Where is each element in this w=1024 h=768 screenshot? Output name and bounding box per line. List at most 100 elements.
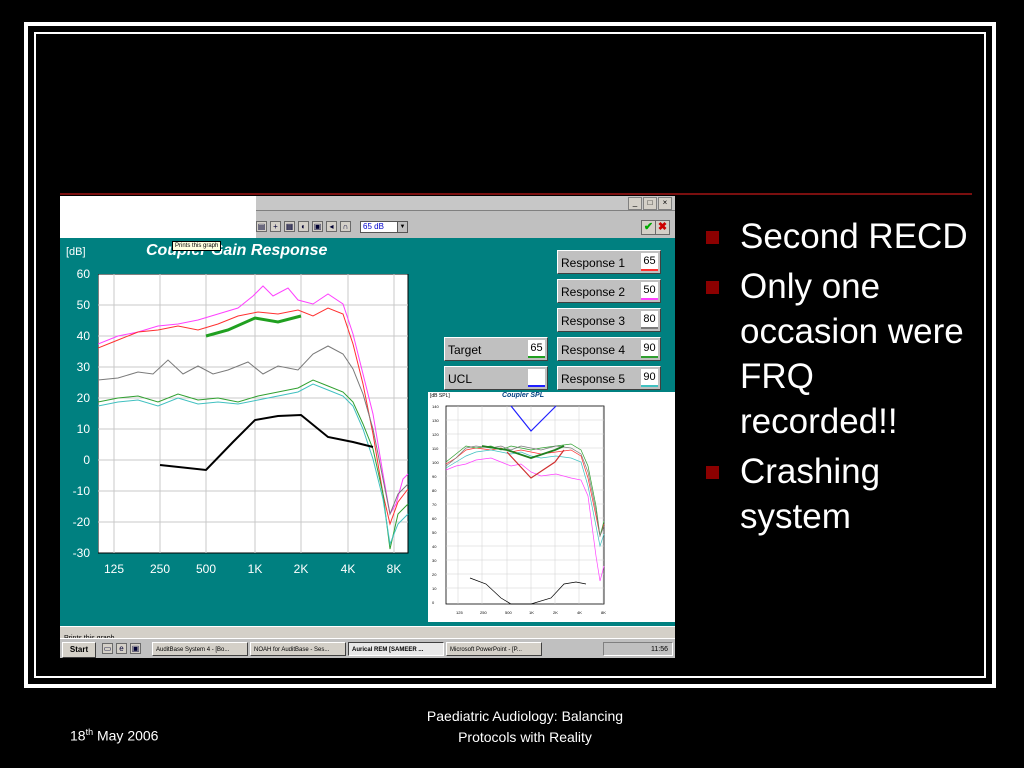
spl-x-tick: 500 xyxy=(505,610,512,615)
spl-y-ticks: 140 130 120 110 100 90 80 70 60 50 40 30… xyxy=(432,404,439,605)
tooltip: Prints this graph xyxy=(172,241,222,251)
add-icon[interactable]: + xyxy=(270,221,281,232)
spl-y-tick: 100 xyxy=(432,460,439,465)
spl-y-tick: 0 xyxy=(432,600,435,605)
bullet-list: Second RECD Only one occasion were FRQ r… xyxy=(706,214,976,544)
ucl-value[interactable] xyxy=(528,369,545,387)
ucl-button[interactable]: UCL xyxy=(444,366,548,390)
title-rule xyxy=(60,193,972,195)
spl-y-tick: 40 xyxy=(432,544,437,549)
footer-date-day: 18 xyxy=(70,727,86,744)
close-icon[interactable]: × xyxy=(658,197,672,210)
y-tick: 40 xyxy=(76,329,90,343)
clock: 11:56 xyxy=(603,642,673,656)
start-button[interactable]: Start xyxy=(62,642,96,658)
spl-y-tick: 20 xyxy=(432,572,437,577)
response-5-button[interactable]: Response 5 90 xyxy=(557,366,661,390)
check-icon[interactable]: ✔ xyxy=(641,220,656,235)
embedded-screenshot: _ □ × ▤ + ▦ ◐ ▣ ◂ ∩ 65 dB ▼ ✔ ✖ [dB] Coup… xyxy=(60,196,675,658)
y-tick: 30 xyxy=(76,360,90,374)
target-value[interactable]: 65 xyxy=(528,340,545,358)
spl-x-tick: 4K xyxy=(577,610,582,615)
graph-icon[interactable]: ▦ xyxy=(284,221,295,232)
main-chart-unit: [dB] xyxy=(66,246,86,258)
footer-date-suffix: th xyxy=(85,727,94,737)
desktop-icon[interactable]: ▭ xyxy=(102,643,113,654)
task-powerpoint[interactable]: Microsoft PowerPoint - [P... xyxy=(446,642,542,656)
spl-panel: [dB SPL] Coupler SPL 140 130 120 110 100… xyxy=(428,392,675,622)
chevron-down-icon: ▼ xyxy=(397,222,407,232)
measure-icon[interactable]: ▣ xyxy=(312,221,323,232)
spl-x-tick: 1K xyxy=(529,610,534,615)
coupler-gain-chart xyxy=(98,274,409,554)
cancel-icon[interactable]: ✖ xyxy=(655,220,670,235)
y-tick: 50 xyxy=(76,298,90,312)
footer-title-line1: Paediatric Audiology: Balancing xyxy=(426,708,624,724)
spl-y-tick: 90 xyxy=(432,474,437,479)
x-tick: 2K xyxy=(293,562,309,576)
spl-y-tick: 120 xyxy=(432,432,439,437)
task-auditbase[interactable]: AuditBase System 4 - [Bo... xyxy=(152,642,248,656)
spl-y-tick: 130 xyxy=(432,418,439,423)
response-3-value[interactable]: 80 xyxy=(641,311,658,329)
bullet-text: Only one occasion were FRQ recorded!! xyxy=(740,267,964,441)
response-1-value[interactable]: 65 xyxy=(641,253,658,271)
y-tick: -20 xyxy=(72,515,90,529)
response-2-button[interactable]: Response 2 50 xyxy=(557,279,661,303)
spl-y-tick: 110 xyxy=(432,446,439,451)
y-tick: 10 xyxy=(76,422,90,436)
target-button[interactable]: Target 65 xyxy=(444,337,548,361)
response-5-label: Response 5 xyxy=(561,372,626,386)
print-icon[interactable]: ▤ xyxy=(256,221,267,232)
x-tick: 250 xyxy=(149,562,171,576)
y-tick: 0 xyxy=(83,453,90,467)
spl-y-tick: 30 xyxy=(432,558,437,563)
y-tick: -10 xyxy=(72,484,90,498)
maximize-icon[interactable]: □ xyxy=(643,197,657,210)
task-noah[interactable]: NOAH for AuditBase - Ses... xyxy=(250,642,346,656)
bullet-text: Crashing system xyxy=(740,452,881,536)
y-tick: -30 xyxy=(72,546,90,560)
app-icon[interactable]: ▣ xyxy=(130,643,141,654)
response-4-label: Response 4 xyxy=(561,343,626,357)
task-aurical[interactable]: Aurical REM [SAMEER ... xyxy=(348,642,444,656)
footer-date: 18th May 2006 xyxy=(70,727,158,744)
spl-x-ticks: 125 250 500 1K 2K 4K 8K xyxy=(456,610,606,615)
bullet-item: Crashing system xyxy=(706,449,976,539)
toolbar: ▤ + ▦ ◐ ▣ ◂ ∩ 65 dB ▼ ✔ ✖ xyxy=(256,211,675,238)
response-1-label: Response 1 xyxy=(561,256,626,270)
response-2-value[interactable]: 50 xyxy=(641,282,658,300)
spl-y-tick: 10 xyxy=(432,586,437,591)
x-tick: 4K xyxy=(340,562,356,576)
ear-icon[interactable]: ∩ xyxy=(340,221,351,232)
response-4-value[interactable]: 90 xyxy=(641,340,658,358)
white-patch xyxy=(60,196,256,238)
spl-x-tick: 2K xyxy=(553,610,558,615)
response-5-value[interactable]: 90 xyxy=(641,369,658,387)
speaker-icon[interactable]: ◂ xyxy=(326,221,337,232)
response-4-button[interactable]: Response 4 90 xyxy=(557,337,661,361)
coupler-spl-chart: 140 130 120 110 100 90 80 70 60 50 40 30… xyxy=(432,404,606,615)
response-3-button[interactable]: Response 3 80 xyxy=(557,308,661,332)
footer-title: Paediatric Audiology: Balancing Protocol… xyxy=(380,706,670,748)
bullet-square-icon xyxy=(706,231,719,244)
x-tick: 125 xyxy=(103,562,125,576)
spl-y-tick: 70 xyxy=(432,502,437,507)
ucl-label: UCL xyxy=(448,372,473,386)
bullet-item: Only one occasion were FRQ recorded!! xyxy=(706,264,976,444)
spl-y-tick: 140 xyxy=(432,404,439,409)
x-tick: 1K xyxy=(247,562,263,576)
bullet-square-icon xyxy=(706,281,719,294)
minimize-icon[interactable]: _ xyxy=(628,197,642,210)
spl-y-tick: 80 xyxy=(432,488,437,493)
browser-icon[interactable]: e xyxy=(116,643,127,654)
spl-x-tick: 8K xyxy=(601,610,606,615)
y-tick: 60 xyxy=(76,267,90,281)
spl-y-tick: 60 xyxy=(432,516,437,521)
response-3-label: Response 3 xyxy=(561,314,626,328)
response-2-label: Response 2 xyxy=(561,285,626,299)
zoom-icon[interactable]: ◐ xyxy=(298,221,309,232)
response-1-button[interactable]: Response 1 65 xyxy=(557,250,661,274)
level-select[interactable]: 65 dB ▼ xyxy=(360,221,408,233)
bullet-square-icon xyxy=(706,466,719,479)
